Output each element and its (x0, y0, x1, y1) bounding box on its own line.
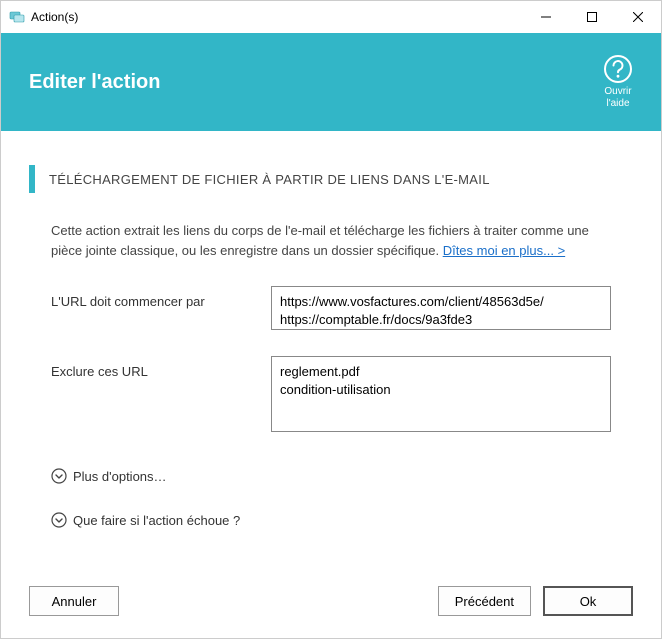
close-button[interactable] (615, 1, 661, 33)
chevron-down-icon (51, 512, 67, 528)
cancel-button[interactable]: Annuler (29, 586, 119, 616)
window-root: Action(s) Editer l'action Ouvrirl'aide (0, 0, 662, 639)
url-prefix-input[interactable] (271, 286, 611, 330)
exclude-url-label: Exclure ces URL (51, 356, 271, 379)
section-heading-text: TÉLÉCHARGEMENT DE FICHIER À PARTIR DE LI… (49, 172, 490, 187)
chevron-down-icon (51, 468, 67, 484)
titlebar: Action(s) (1, 1, 661, 33)
learn-more-link[interactable]: Dîtes moi en plus... > (443, 243, 565, 258)
accent-bar (29, 165, 35, 193)
help-button[interactable]: Ouvrirl'aide (603, 54, 633, 110)
url-prefix-label: L'URL doit commencer par (51, 286, 271, 309)
help-label: Ouvrirl'aide (604, 86, 631, 110)
maximize-icon (587, 12, 597, 22)
window-title: Action(s) (31, 10, 78, 24)
minimize-icon (541, 12, 551, 22)
more-options-label: Plus d'options… (73, 469, 167, 484)
exclude-url-row: Exclure ces URL (51, 356, 611, 432)
ok-button[interactable]: Ok (543, 586, 633, 616)
page-title: Editer l'action (29, 71, 160, 94)
exclude-url-input[interactable] (271, 356, 611, 432)
page-header: Editer l'action Ouvrirl'aide (1, 33, 661, 131)
help-icon (603, 54, 633, 84)
url-prefix-row: L'URL doit commencer par (51, 286, 611, 330)
footer: Annuler Précédent Ok (1, 570, 661, 638)
on-fail-label: Que faire si l'action échoue ? (73, 513, 240, 528)
minimize-button[interactable] (523, 1, 569, 33)
app-icon (9, 9, 25, 25)
on-fail-expander[interactable]: Que faire si l'action échoue ? (51, 512, 611, 528)
maximize-button[interactable] (569, 1, 615, 33)
body-content: Cette action extrait les liens du corps … (1, 193, 661, 570)
description: Cette action extrait les liens du corps … (51, 221, 611, 260)
section-heading: TÉLÉCHARGEMENT DE FICHIER À PARTIR DE LI… (29, 165, 633, 193)
close-icon (633, 12, 643, 22)
more-options-expander[interactable]: Plus d'options… (51, 468, 611, 484)
previous-button[interactable]: Précédent (438, 586, 531, 616)
